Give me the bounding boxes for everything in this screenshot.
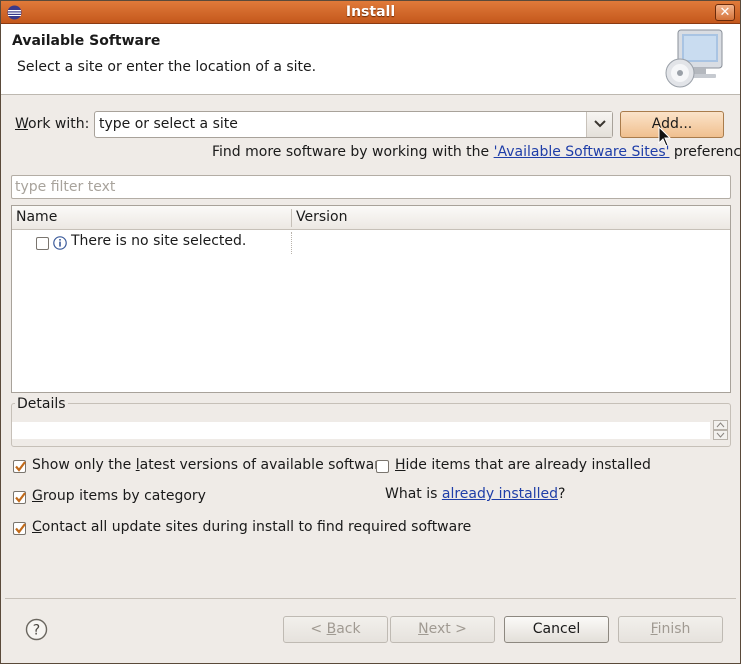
finish-button[interactable]: Finish xyxy=(618,616,723,643)
column-header-name[interactable]: Name xyxy=(16,209,57,225)
contact-sites-label[interactable]: Contact all update sites during install … xyxy=(32,519,471,535)
cancel-button[interactable]: Cancel xyxy=(504,616,609,643)
help-icon[interactable]: ? xyxy=(25,618,48,641)
info-icon xyxy=(53,236,67,250)
check-icon xyxy=(15,523,26,534)
table-header: Name Version xyxy=(12,206,730,230)
details-label: Details xyxy=(15,396,68,412)
already-installed-text: What is already installed? xyxy=(385,486,566,502)
wizard-header: Available Software Select a site or ente… xyxy=(1,24,740,95)
install-dialog: Install ✕ Available Software Select a si… xyxy=(0,0,741,664)
svg-text:?: ? xyxy=(33,623,40,639)
check-icon xyxy=(15,461,26,472)
hide-installed-label[interactable]: Hide items that are already installed xyxy=(395,457,651,473)
table-row[interactable]: There is no site selected. xyxy=(12,232,730,254)
close-icon: ✕ xyxy=(719,5,731,20)
filter-placeholder: type filter text xyxy=(15,179,116,195)
check-icon xyxy=(15,492,26,503)
button-bar-separator xyxy=(5,598,736,599)
next-button[interactable]: Next > xyxy=(390,616,495,643)
window-title: Install xyxy=(345,4,396,20)
available-software-sites-link[interactable]: 'Available Software Sites' xyxy=(494,144,670,160)
work-with-combo[interactable]: type or select a site xyxy=(94,111,613,138)
page-title: Available Software xyxy=(12,33,161,49)
close-button[interactable]: ✕ xyxy=(715,4,735,21)
contact-sites-checkbox[interactable] xyxy=(13,522,26,535)
software-table[interactable]: Name Version There is no site selected. xyxy=(11,205,731,393)
title-bar[interactable]: Install ✕ xyxy=(1,1,740,24)
group-by-category-checkbox[interactable] xyxy=(13,491,26,504)
show-latest-label[interactable]: Show only the latest versions of availab… xyxy=(32,457,388,473)
column-header-version[interactable]: Version xyxy=(296,209,347,225)
show-latest-checkbox[interactable] xyxy=(13,460,26,473)
row-name: There is no site selected. xyxy=(71,233,247,249)
add-site-button[interactable]: Add... xyxy=(620,111,724,138)
details-text-area[interactable] xyxy=(12,422,710,439)
back-button[interactable]: < Back xyxy=(283,616,388,643)
already-installed-link[interactable]: already installed xyxy=(442,486,558,502)
column-divider[interactable] xyxy=(291,209,292,227)
chevron-down-icon xyxy=(594,120,606,128)
hide-installed-checkbox[interactable] xyxy=(376,460,389,473)
page-description: Select a site or enter the location of a… xyxy=(17,59,317,75)
filter-input[interactable]: type filter text xyxy=(11,175,731,199)
combo-dropdown-button[interactable] xyxy=(586,112,612,137)
work-with-value[interactable]: type or select a site xyxy=(99,116,238,132)
row-checkbox[interactable] xyxy=(36,237,49,250)
row-column-divider xyxy=(291,232,292,254)
more-software-text: Find more software by working with the '… xyxy=(212,144,741,160)
work-with-label: Work with: xyxy=(15,116,90,132)
install-banner-icon xyxy=(665,29,723,88)
group-by-category-label[interactable]: Group items by category xyxy=(32,488,206,504)
details-scrollbar[interactable] xyxy=(713,420,728,440)
